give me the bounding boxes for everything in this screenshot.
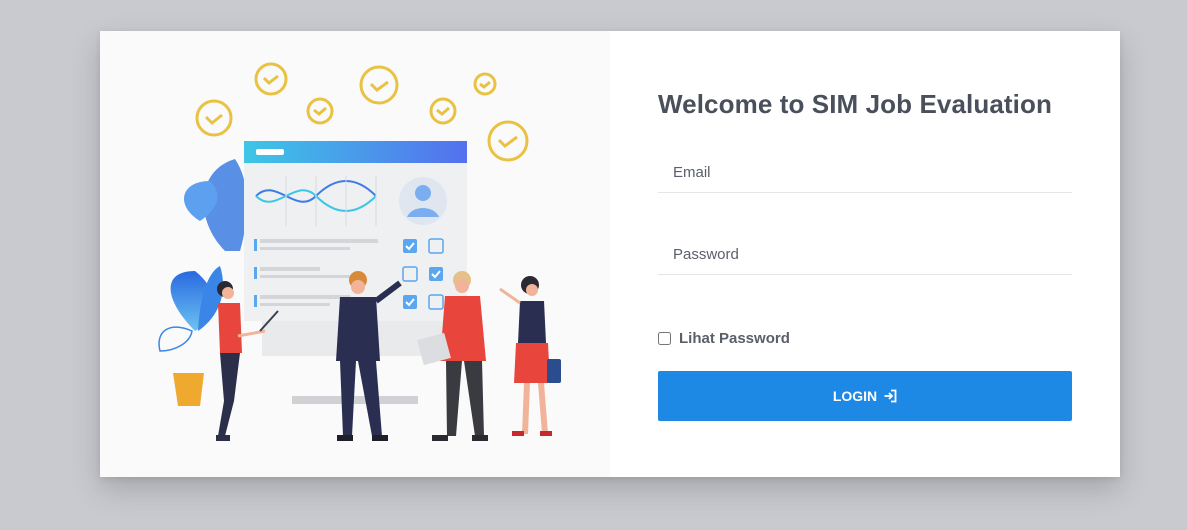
show-password-label: Lihat Password <box>679 330 790 347</box>
page-title: Welcome to SIM Job Evaluation <box>658 89 1052 119</box>
sign-in-icon <box>883 389 897 403</box>
login-button-label: LOGIN <box>832 388 878 404</box>
login-illustration <box>100 31 610 477</box>
show-password-option[interactable]: Lihat Password <box>658 330 790 347</box>
password-field[interactable] <box>658 235 1072 275</box>
login-button[interactable]: LOGIN <box>658 371 1072 421</box>
email-field[interactable] <box>658 153 1072 193</box>
login-card: Welcome to SIM Job Evaluation Lihat Pass… <box>100 31 1120 477</box>
job-evaluation-illustration <box>158 62 561 441</box>
login-form: Welcome to SIM Job Evaluation Lihat Pass… <box>610 31 1120 477</box>
show-password-checkbox[interactable] <box>658 332 671 345</box>
